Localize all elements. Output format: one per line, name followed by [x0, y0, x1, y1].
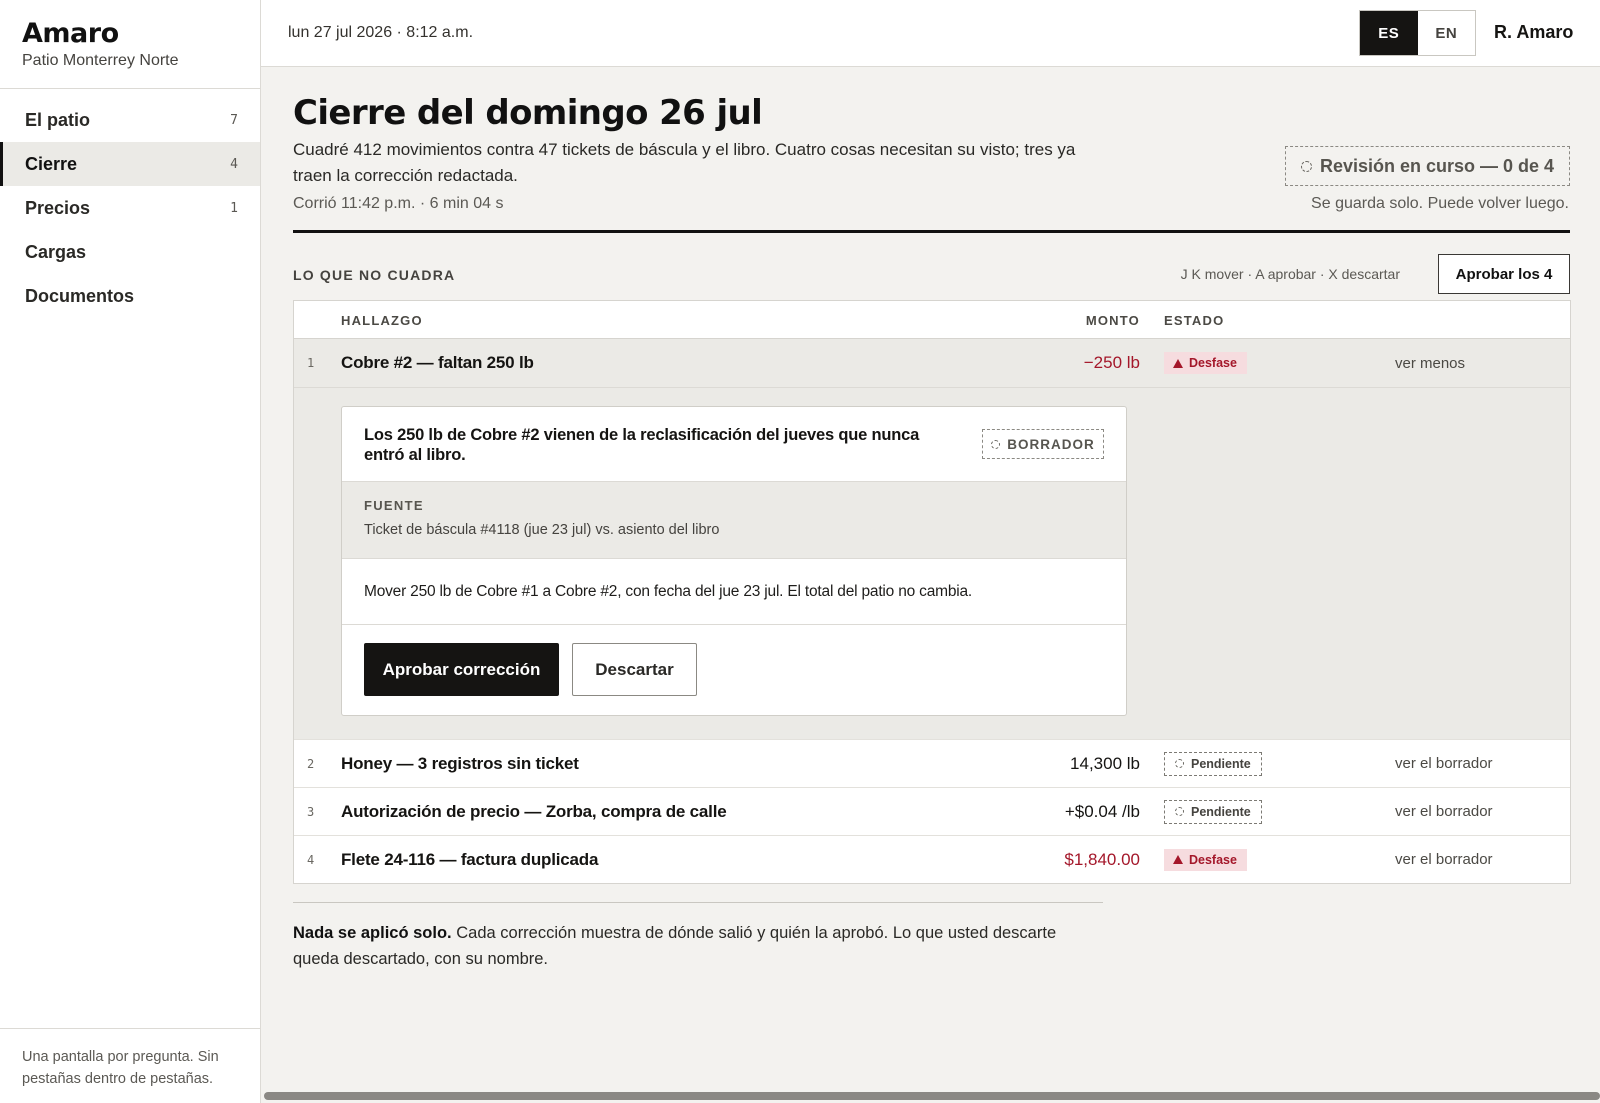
autosave-note: Se guarda solo. Puede volver luego. — [1311, 195, 1569, 212]
discard-button[interactable]: Descartar — [572, 643, 697, 696]
note-divider — [293, 902, 1103, 903]
row-number: 3 — [307, 804, 315, 819]
brand: Amaro Patio Monterrey Norte — [0, 0, 260, 89]
lang-en-button[interactable]: EN — [1418, 11, 1476, 55]
horizontal-scrollbar[interactable] — [264, 1092, 1600, 1100]
status-badge: Pendiente — [1164, 751, 1262, 776]
sidebar-item-label: Precios — [25, 197, 91, 218]
warning-triangle-icon — [1173, 358, 1183, 368]
row-title: Honey — 3 registros sin ticket — [341, 753, 579, 773]
row-amount: $1,840.00 — [1064, 849, 1140, 869]
row-number: 1 — [307, 356, 315, 370]
sidebar: Amaro Patio Monterrey Norte El patio 7 C… — [0, 0, 261, 1103]
column-header-finding: HALLAZGO — [341, 313, 423, 328]
correction-card: Los 250 lb de Cobre #2 vienen de la recl… — [341, 406, 1127, 716]
source-section: FUENTE Ticket de báscula #4118 (jue 23 j… — [342, 482, 1126, 559]
row-title: Flete 24-116 — factura duplicada — [341, 849, 599, 869]
sidebar-footer-note: Una pantalla por pregunta. Sin pestañas … — [0, 1028, 260, 1090]
main-content: Cierre del domingo 26 jul Cuadré 412 mov… — [261, 67, 1600, 1103]
user-menu[interactable]: R. Amaro — [1494, 22, 1573, 43]
correction-actions: Aprobar corrección Descartar — [342, 625, 1126, 696]
row-number: 4 — [307, 852, 315, 867]
sidebar-item-precios[interactable]: Precios 1 — [0, 186, 260, 230]
row-detail-panel: Los 250 lb de Cobre #2 vienen de la recl… — [294, 387, 1570, 739]
audit-note-lead: Nada se aplicó solo. — [293, 924, 452, 942]
warning-triangle-icon — [1173, 855, 1183, 864]
proposed-fix: Mover 250 lb de Cobre #1 a Cobre #2, con… — [342, 559, 1126, 625]
status-badge-label: Pendiente — [1191, 756, 1251, 771]
table-row[interactable]: 3 Autorización de precio — Zorba, compra… — [294, 787, 1570, 835]
table-row[interactable]: 1 Cobre #2 — faltan 250 lb −250 lb Desfa… — [294, 339, 1570, 387]
row-toggle-link[interactable]: ver el borrador — [1395, 836, 1493, 883]
review-status-text: Revisión en curso — 0 de 4 — [1319, 155, 1555, 176]
row-title: Cobre #2 — faltan 250 lb — [341, 353, 534, 372]
source-text: Ticket de báscula #4118 (jue 23 jul) vs.… — [364, 522, 720, 538]
topbar: lun 27 jul 2026 · 8:12 a.m. ES EN R. Ama… — [261, 0, 1600, 67]
sidebar-item-count: 1 — [230, 200, 238, 216]
row-amount: +$0.04 /lb — [1064, 801, 1140, 821]
row-amount: −250 lb — [1083, 353, 1140, 372]
status-badge: Pendiente — [1164, 799, 1262, 824]
row-toggle-link[interactable]: ver el borrador — [1395, 740, 1493, 787]
findings-table: HALLAZGO MONTO ESTADO 1 Cobre #2 — falta… — [293, 300, 1571, 884]
audit-note: Nada se aplicó solo. Cada corrección mue… — [293, 920, 1103, 972]
current-datetime: lun 27 jul 2026 · 8:12 a.m. — [288, 24, 474, 41]
correction-headline: Los 250 lb de Cobre #2 vienen de la recl… — [364, 426, 920, 464]
language-switch: ES EN — [1359, 10, 1476, 56]
status-badge-label: Desfase — [1189, 852, 1237, 867]
brand-subtitle: Patio Monterrey Norte — [22, 52, 179, 69]
sidebar-item-cierre[interactable]: Cierre 4 — [0, 142, 260, 186]
progress-spinner-icon — [1300, 160, 1312, 172]
column-header-status: ESTADO — [1164, 313, 1225, 328]
row-amount: 14,300 lb — [1070, 753, 1140, 773]
brand-name: Amaro — [22, 18, 119, 49]
pending-spinner-icon — [1175, 807, 1184, 816]
row-title: Autorización de precio — Zorba, compra d… — [341, 801, 727, 821]
source-label: FUENTE — [364, 498, 424, 513]
column-header-amount: MONTO — [1085, 313, 1140, 328]
row-toggle-link[interactable]: ver menos — [1395, 339, 1465, 387]
table-header: HALLAZGO MONTO ESTADO — [294, 301, 1570, 339]
status-badge: Desfase — [1164, 352, 1247, 374]
approve-all-button[interactable]: Aprobar los 4 — [1438, 254, 1570, 294]
pending-spinner-icon — [1175, 759, 1184, 768]
section-label: LO QUE NO CUADRA — [293, 267, 456, 283]
page-title: Cierre del domingo 26 jul — [293, 93, 763, 133]
table-row[interactable]: 2 Honey — 3 registros sin ticket 14,300 … — [294, 739, 1570, 787]
sidebar-item-label: Documentos — [25, 285, 135, 306]
table-row[interactable]: 4 Flete 24-116 — factura duplicada $1,84… — [294, 835, 1570, 883]
status-badge-label: Pendiente — [1191, 804, 1251, 819]
status-badge: Desfase — [1164, 848, 1247, 871]
approve-correction-button[interactable]: Aprobar corrección — [364, 643, 559, 696]
sidebar-item-el-patio[interactable]: El patio 7 — [0, 98, 260, 142]
sidebar-item-label: Cargas — [25, 241, 87, 262]
sidebar-item-documentos[interactable]: Documentos — [0, 274, 260, 318]
sidebar-item-count: 4 — [230, 156, 238, 172]
section-divider — [293, 230, 1570, 233]
row-status: Desfase — [1164, 836, 1247, 883]
row-status: Pendiente — [1164, 788, 1262, 835]
review-status-badge: Revisión en curso — 0 de 4 — [1285, 146, 1570, 186]
run-summary: Cuadré 412 movimientos contra 47 tickets… — [293, 140, 1076, 185]
draft-badge: BORRADOR — [982, 429, 1104, 459]
run-timing: Corrió 11:42 p.m. · 6 min 04 s — [293, 195, 504, 212]
draft-badge-label: BORRADOR — [1007, 436, 1095, 452]
keyboard-shortcuts-hint: J K mover · A aprobar · X descartar — [1180, 266, 1400, 282]
sidebar-item-label: Cierre — [25, 153, 78, 174]
status-badge-label: Desfase — [1189, 356, 1237, 370]
correction-card-header: Los 250 lb de Cobre #2 vienen de la recl… — [342, 407, 1126, 482]
row-number: 2 — [307, 756, 315, 771]
lang-es-button[interactable]: ES — [1360, 11, 1418, 55]
draft-spinner-icon — [991, 439, 1001, 449]
sidebar-item-count: 7 — [230, 112, 238, 128]
row-toggle-link[interactable]: ver el borrador — [1395, 788, 1493, 835]
sidebar-item-cargas[interactable]: Cargas — [0, 230, 260, 274]
sidebar-nav: El patio 7 Cierre 4 Precios 1 Cargas Doc… — [0, 98, 260, 318]
row-status: Desfase — [1164, 339, 1247, 387]
row-status: Pendiente — [1164, 740, 1262, 787]
sidebar-item-label: El patio — [25, 109, 91, 130]
